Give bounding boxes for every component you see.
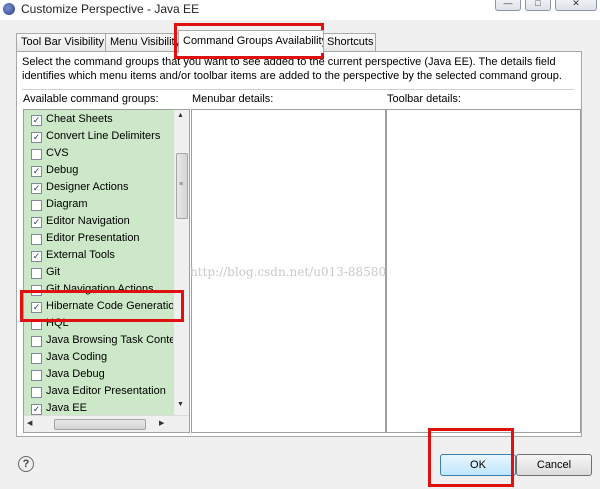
checkbox-checked-icon[interactable]: ✓ bbox=[31, 251, 42, 262]
command-groups-list[interactable]: ✓ Cheat Sheets ✓ Convert Line Delimiters CVS… bbox=[23, 109, 190, 433]
checkbox-unchecked-icon[interactable] bbox=[31, 149, 42, 160]
checkbox-unchecked-icon[interactable] bbox=[31, 353, 42, 364]
scroll-up-icon[interactable]: ▲ bbox=[177, 112, 184, 119]
scroll-left-icon[interactable]: ◀ bbox=[27, 419, 32, 427]
maximize-button[interactable]: □ bbox=[525, 0, 551, 11]
command-groups-panel: Select the command groups that you want … bbox=[16, 51, 582, 437]
dialog: Tool Bar Visibility Menu Visibility Comm… bbox=[0, 20, 600, 489]
command-group-label: Editor Presentation bbox=[46, 232, 140, 244]
command-group-item[interactable]: ✓ Debug bbox=[24, 163, 174, 180]
checkbox-unchecked-icon[interactable] bbox=[31, 387, 42, 398]
command-group-label: Convert Line Delimiters bbox=[46, 130, 161, 142]
checkbox-checked-icon[interactable]: ✓ bbox=[31, 115, 42, 126]
horizontal-scrollbar[interactable]: ◀ ▶ bbox=[24, 415, 189, 432]
checkbox-checked-icon[interactable]: ✓ bbox=[31, 217, 42, 228]
available-groups-header: Available command groups: bbox=[23, 93, 159, 105]
command-group-label: Cheat Sheets bbox=[46, 113, 113, 125]
scroll-down-icon[interactable]: ▼ bbox=[177, 401, 184, 408]
checkbox-unchecked-icon[interactable] bbox=[31, 268, 42, 279]
command-group-item[interactable]: Java Editor Presentation bbox=[24, 384, 174, 401]
checkbox-unchecked-icon[interactable] bbox=[31, 200, 42, 211]
menubar-details-header: Menubar details: bbox=[192, 93, 274, 105]
command-group-item[interactable]: ✓ Editor Navigation bbox=[24, 214, 174, 231]
toolbar-details-box[interactable] bbox=[386, 109, 581, 433]
checkbox-checked-icon[interactable]: ✓ bbox=[31, 132, 42, 143]
command-group-label: CVS bbox=[46, 147, 69, 159]
command-group-item[interactable]: ✓ Designer Actions bbox=[24, 180, 174, 197]
annotation-highlight-ok bbox=[428, 428, 514, 487]
command-group-label: Java Coding bbox=[46, 351, 108, 363]
minimize-button[interactable]: — bbox=[495, 0, 521, 11]
watermark-text: http://blog.csdn.net/u013-88580 bbox=[190, 265, 387, 279]
tab-menu-visibility[interactable]: Menu Visibility bbox=[105, 33, 185, 51]
command-group-label: External Tools bbox=[46, 249, 115, 261]
separator bbox=[22, 89, 574, 90]
command-group-label: Diagram bbox=[46, 198, 88, 210]
command-group-item[interactable]: ✓ External Tools bbox=[24, 248, 174, 265]
command-group-label: Git bbox=[46, 266, 61, 278]
horizontal-scroll-thumb[interactable] bbox=[54, 419, 146, 430]
command-group-item[interactable]: CVS bbox=[24, 146, 174, 163]
window-title: Customize Perspective - Java EE bbox=[21, 2, 200, 16]
vertical-scrollbar[interactable]: ▲ ≡ ▼ bbox=[173, 110, 189, 415]
command-group-label: Java Debug bbox=[46, 368, 105, 380]
command-group-item[interactable]: Java Debug bbox=[24, 367, 174, 384]
checkbox-checked-icon[interactable]: ✓ bbox=[31, 404, 42, 415]
command-group-label: Designer Actions bbox=[46, 181, 129, 193]
eclipse-icon bbox=[3, 3, 15, 15]
command-group-item[interactable]: Diagram bbox=[24, 197, 174, 214]
scroll-right-icon[interactable]: ▶ bbox=[159, 419, 164, 427]
tab-command-groups-availability[interactable]: Command Groups Availability bbox=[178, 30, 324, 53]
command-group-label: Java Editor Presentation bbox=[46, 385, 166, 397]
command-group-item[interactable]: ✓ Convert Line Delimiters bbox=[24, 129, 174, 146]
panel-description: Select the command groups that you want … bbox=[22, 56, 562, 82]
title-bar: Customize Perspective - Java EE — □ ✕ bbox=[0, 0, 600, 20]
command-group-item[interactable]: Git bbox=[24, 265, 174, 282]
tab-shortcuts[interactable]: Shortcuts bbox=[322, 33, 376, 51]
command-group-item[interactable]: Editor Presentation bbox=[24, 231, 174, 248]
command-group-item[interactable]: Java Browsing Task Context bbox=[24, 333, 184, 350]
command-group-item[interactable]: Java Coding bbox=[24, 350, 174, 367]
checkbox-unchecked-icon[interactable] bbox=[31, 370, 42, 381]
checkbox-checked-icon[interactable]: ✓ bbox=[31, 166, 42, 177]
annotation-highlight-hibernate bbox=[20, 290, 184, 322]
close-button[interactable]: ✕ bbox=[555, 0, 597, 11]
command-group-label: Java EE bbox=[46, 402, 87, 414]
tab-strip: Tool Bar Visibility Menu Visibility Comm… bbox=[16, 30, 576, 53]
command-group-label: Debug bbox=[46, 164, 79, 176]
command-group-label: Editor Navigation bbox=[46, 215, 130, 227]
scroll-thumb[interactable]: ≡ bbox=[176, 153, 188, 219]
help-icon[interactable]: ? bbox=[18, 456, 34, 472]
checkbox-unchecked-icon[interactable] bbox=[31, 336, 42, 347]
checkbox-checked-icon[interactable]: ✓ bbox=[31, 183, 42, 194]
checkbox-unchecked-icon[interactable] bbox=[31, 234, 42, 245]
tab-tool-bar-visibility[interactable]: Tool Bar Visibility bbox=[16, 33, 106, 51]
cancel-button[interactable]: Cancel bbox=[516, 454, 592, 476]
command-group-item[interactable]: ✓ Cheat Sheets bbox=[24, 112, 174, 129]
toolbar-details-header: Toolbar details: bbox=[387, 93, 461, 105]
command-group-label: Java Browsing Task Context bbox=[46, 334, 184, 346]
